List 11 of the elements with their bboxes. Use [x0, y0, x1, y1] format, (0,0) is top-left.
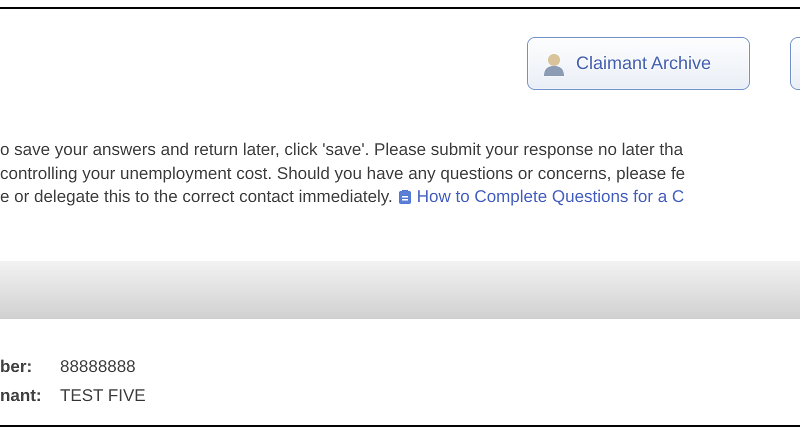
field-label: ber:	[0, 356, 34, 378]
help-link[interactable]: How to Complete Questions for a C	[398, 185, 684, 208]
archive-button[interactable]: Claimant Archive	[527, 37, 750, 90]
field-label: nant:	[0, 386, 43, 406]
instruction-text: o save your answers and return later, click 'save'. Please submit your response no later tha	[0, 139, 684, 161]
instruction-text: controlling your unemployment cost. Should you have any questions or concerns, please fe	[0, 162, 686, 184]
person-icon	[542, 52, 566, 76]
field-value: 88888888	[60, 356, 136, 378]
field-value: TEST FIVE	[60, 386, 146, 406]
instruction-text: e or delegate this to the correct contact immediately.	[0, 186, 393, 208]
document-icon	[398, 190, 411, 204]
